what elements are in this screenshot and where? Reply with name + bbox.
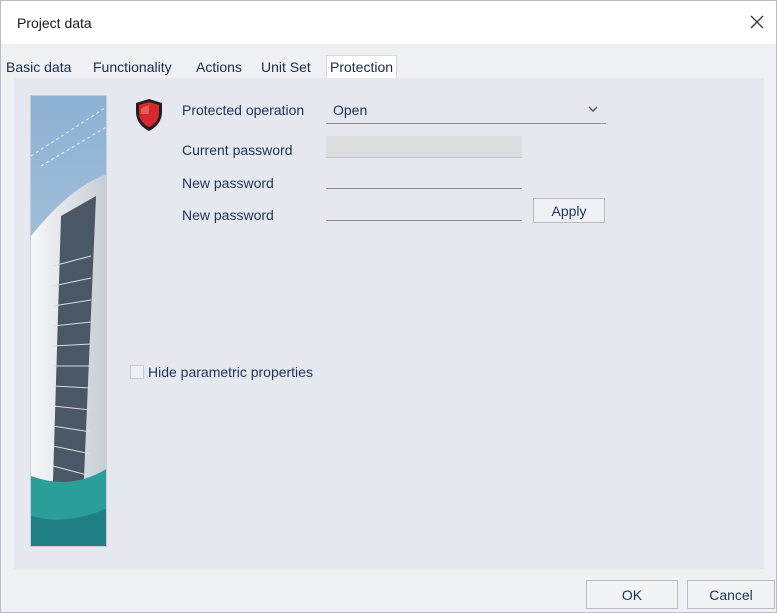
confirm-password-label: New password — [182, 207, 274, 223]
protected-operation-select[interactable]: Open — [326, 99, 606, 124]
protected-operation-value: Open — [333, 102, 368, 118]
close-button[interactable] — [740, 7, 774, 37]
new-password-field[interactable] — [326, 167, 522, 189]
tab-protection[interactable]: Protection — [326, 55, 398, 79]
tab-basic-data[interactable]: Basic data — [3, 57, 74, 79]
protection-panel: Protected operation Open Current passwor… — [14, 78, 764, 569]
tab-functionality[interactable]: Functionality — [90, 57, 175, 79]
project-data-dialog: Project data Basic data Functionality Ac… — [0, 0, 777, 613]
protected-operation-label: Protected operation — [182, 102, 305, 118]
window-title: Project data — [17, 15, 92, 31]
hide-parametric-checkbox[interactable] — [130, 365, 144, 379]
tab-actions[interactable]: Actions — [193, 57, 245, 79]
tab-unit-set[interactable]: Unit Set — [258, 57, 314, 79]
current-password-field — [326, 136, 522, 158]
confirm-password-field[interactable] — [326, 199, 522, 221]
ok-button[interactable]: OK — [586, 580, 678, 609]
shield-icon — [135, 98, 163, 132]
apply-button[interactable]: Apply — [533, 198, 605, 223]
tab-bar: Basic data Functionality Actions Unit Se… — [1, 44, 776, 79]
building-image — [30, 95, 107, 547]
cancel-button[interactable]: Cancel — [687, 580, 775, 609]
chevron-down-icon — [588, 106, 598, 112]
close-icon — [750, 15, 764, 29]
current-password-label: Current password — [182, 142, 293, 158]
hide-parametric-label[interactable]: Hide parametric properties — [148, 364, 313, 380]
title-bar: Project data — [1, 1, 776, 44]
new-password-label: New password — [182, 175, 274, 191]
